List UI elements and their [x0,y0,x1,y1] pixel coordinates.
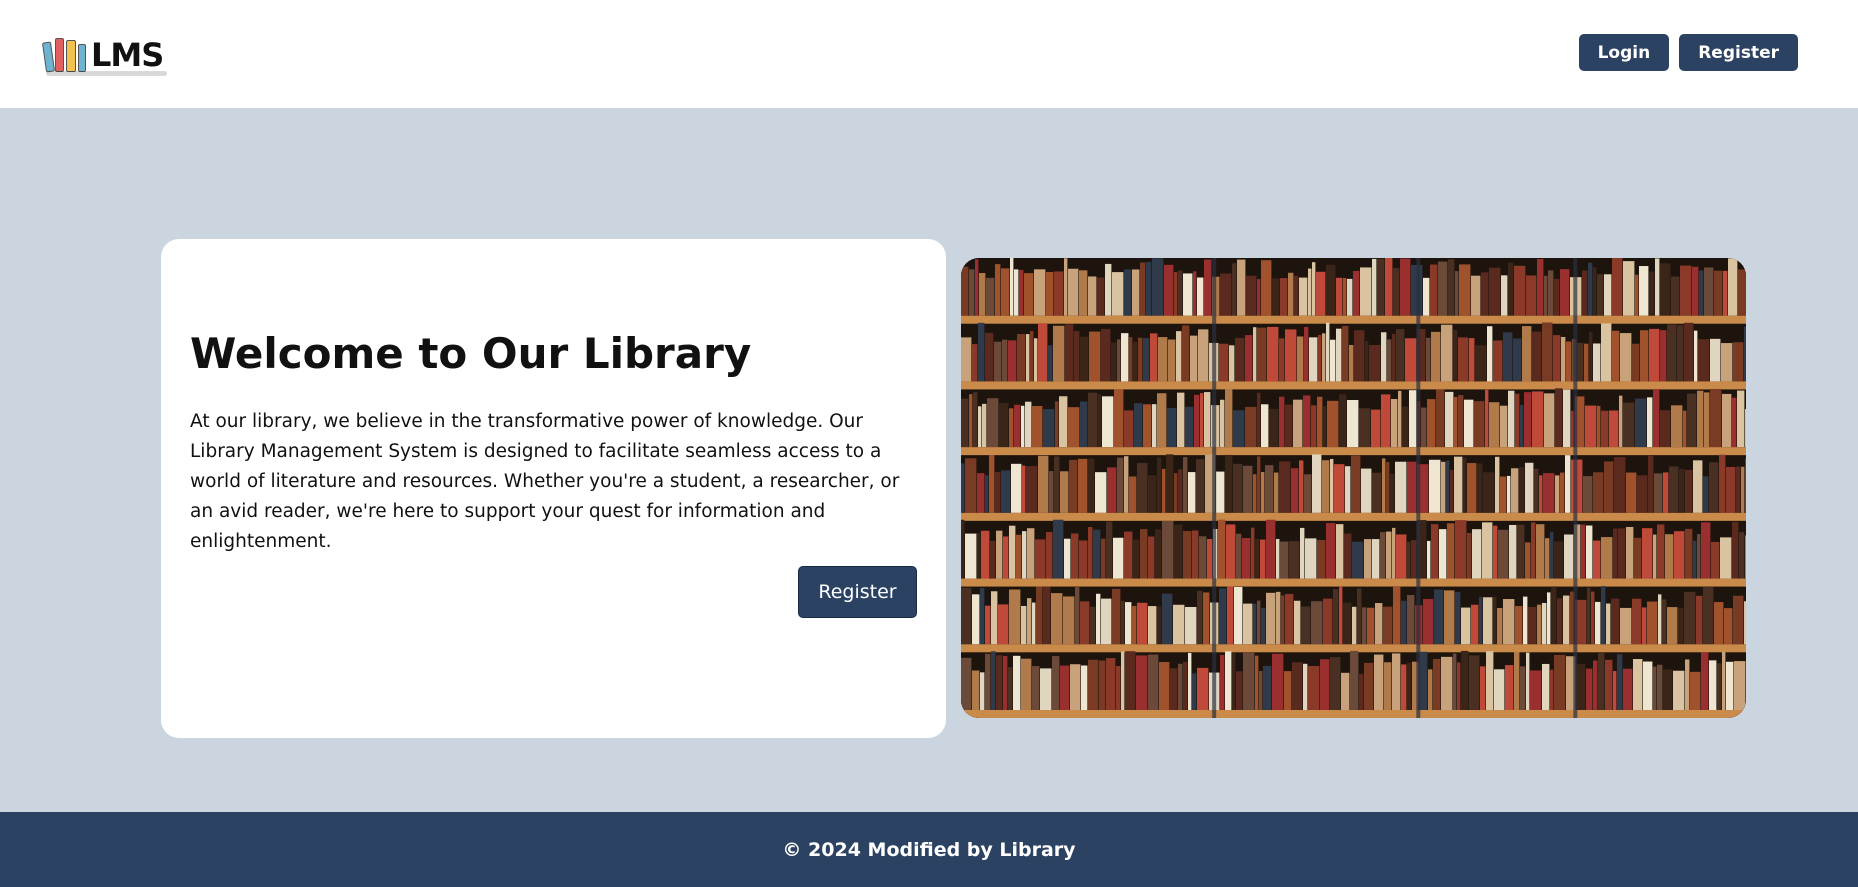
header-nav: Login Register [1578,34,1798,71]
site-footer: © 2024 Modified by Library [0,812,1858,887]
bookshelf-image [961,258,1746,718]
logo-shadow [46,71,168,76]
site-logo[interactable]: LMS [41,32,168,76]
logo-text: LMS [91,36,164,74]
login-button[interactable]: Login [1578,34,1670,71]
books-logo-icon [41,36,88,73]
footer-copyright: © 2024 Modified by Library [782,838,1076,861]
site-header: LMS Login Register [0,0,1858,108]
welcome-description: At our library, we believe in the transf… [190,411,900,552]
welcome-card: Welcome to Our Library At our library, w… [161,239,946,738]
register-cta-button[interactable]: Register [798,566,917,618]
register-nav-button[interactable]: Register [1679,34,1798,71]
page-title: Welcome to Our Library [190,329,752,378]
bookshelf-photo-icon [961,258,1746,718]
